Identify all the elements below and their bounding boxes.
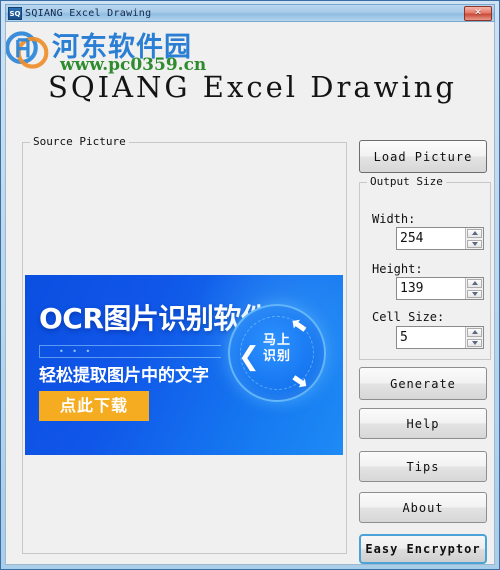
height-label: Height:	[372, 262, 423, 276]
banner-recognize-badge: ❮ ⬅ ⬅ 马上 识别	[228, 304, 326, 402]
load-picture-button[interactable]: Load Picture	[359, 140, 487, 173]
source-picture-preview[interactable]: OCR图片识别软件 • • • 轻松提取图片中的文字 点此下载 ❮ ⬅ ⬅ 马上…	[25, 275, 343, 455]
banner-subtitle: 轻松提取图片中的文字	[39, 366, 209, 386]
height-decrement-button[interactable]	[467, 289, 482, 298]
output-size-group-label: Output Size	[367, 175, 446, 188]
cell-size-label: Cell Size:	[372, 310, 445, 324]
width-stepper[interactable]: 254	[396, 227, 484, 250]
banner-badge-line2: 识别	[262, 349, 291, 364]
close-button[interactable]: ✕	[464, 6, 492, 21]
application-window: SQ SQIANG Excel Drawing ✕ 河东软件园 www.pc03…	[0, 0, 500, 570]
easy-encryptor-button[interactable]: Easy Encryptor	[359, 534, 487, 564]
height-stepper[interactable]: 139	[396, 277, 484, 300]
width-spin-arrows[interactable]	[465, 228, 483, 249]
banner-download-button[interactable]: 点此下载	[39, 391, 149, 421]
cell-size-increment-button[interactable]	[467, 328, 482, 337]
watermark-logo-icon	[6, 31, 49, 69]
window-title: SQIANG Excel Drawing	[25, 7, 152, 19]
cell-size-stepper[interactable]: 5	[396, 326, 484, 349]
width-input[interactable]: 254	[397, 228, 465, 249]
cell-size-spin-arrows[interactable]	[465, 327, 483, 348]
width-label: Width:	[372, 212, 416, 226]
page-title: SQIANG Excel Drawing	[48, 70, 457, 104]
banner-divider-dots: • • •	[59, 347, 94, 356]
help-button[interactable]: Help	[359, 408, 487, 439]
source-picture-group-label: Source Picture	[30, 135, 129, 148]
watermark-site-name: 河东软件园	[52, 32, 192, 63]
banner-badge-line1: 马上	[262, 333, 291, 348]
width-increment-button[interactable]	[467, 229, 482, 238]
banner-badge-text: 马上 识别	[230, 333, 324, 365]
title-bar[interactable]: SQ SQIANG Excel Drawing ✕	[5, 4, 495, 22]
app-icon: SQ	[8, 6, 22, 20]
width-decrement-button[interactable]	[467, 239, 482, 248]
client-area: 河东软件园 www.pc0359.cn SQIANG Excel Drawing…	[5, 22, 495, 565]
tips-button[interactable]: Tips	[359, 451, 487, 482]
about-button[interactable]: About	[359, 492, 487, 523]
height-increment-button[interactable]	[467, 279, 482, 288]
height-spin-arrows[interactable]	[465, 278, 483, 299]
cell-size-decrement-button[interactable]	[467, 338, 482, 347]
cell-size-input[interactable]: 5	[397, 327, 465, 348]
generate-button[interactable]: Generate	[359, 367, 487, 400]
height-input[interactable]: 139	[397, 278, 465, 299]
